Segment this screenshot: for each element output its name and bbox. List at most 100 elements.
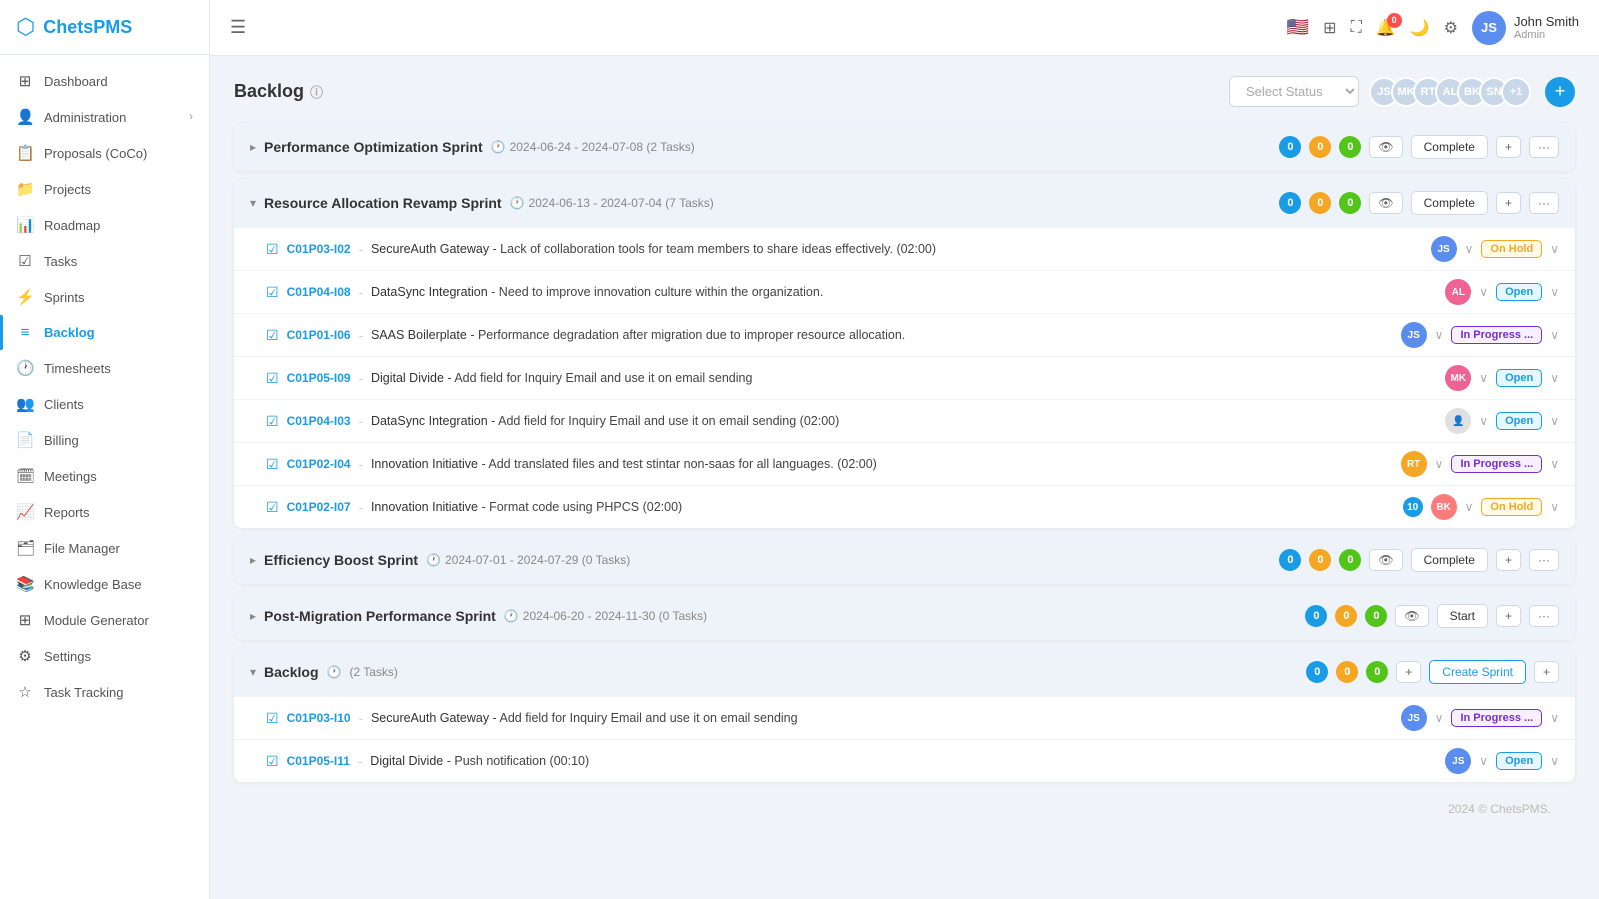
task-check-C01P05-I09[interactable]: ☑	[266, 370, 279, 387]
page-info-icon[interactable]: ⓘ	[310, 82, 323, 101]
sidebar-item-knowledge-base[interactable]: 📚 Knowledge Base	[0, 566, 209, 602]
sidebar-item-tasks[interactable]: ☑ Tasks	[0, 243, 209, 279]
task-check-C01P02-I04[interactable]: ☑	[266, 456, 279, 473]
task-status-C01P04-I08[interactable]: Open	[1496, 283, 1542, 301]
task-status-C01P02-I07[interactable]: On Hold	[1481, 498, 1542, 516]
sprint-add-btn-sprint3[interactable]: +	[1496, 549, 1521, 571]
task-status-C01P01-I06[interactable]: In Progress ...	[1451, 326, 1542, 344]
task-id-C01P04-I03[interactable]: C01P04-I03	[287, 414, 351, 428]
sprint-toggle-sprint3[interactable]: ▸	[250, 553, 256, 567]
sprint-header-sprint3[interactable]: ▸ Efficiency Boost Sprint 🕐 2024-07-01 -…	[234, 536, 1575, 584]
task-status-chevron-C01P05-I09[interactable]: ∨	[1550, 371, 1559, 385]
task-id-C01P05-I09[interactable]: C01P05-I09	[287, 371, 351, 385]
sidebar-item-reports[interactable]: 📈 Reports	[0, 494, 209, 530]
add-member-button[interactable]: +	[1545, 77, 1575, 107]
sprint-toggle-backlog[interactable]: ▾	[250, 665, 256, 679]
sprint-action-btn-sprint1[interactable]: Complete	[1411, 135, 1488, 159]
task-id-C01P01-I06[interactable]: C01P01-I06	[287, 328, 351, 342]
create-sprint-btn[interactable]: Create Sprint	[1429, 660, 1526, 684]
sprint-toggle-sprint4[interactable]: ▸	[250, 609, 256, 623]
sprint-eye-btn-sprint3[interactable]: 👁	[1369, 549, 1402, 571]
sprint-add-btn-sprint4[interactable]: +	[1496, 605, 1521, 627]
task-status-C01P03-I02[interactable]: On Hold	[1481, 240, 1542, 258]
task-check-C01P02-I07[interactable]: ☑	[266, 499, 279, 516]
backlog-add-btn2-backlog[interactable]: +	[1534, 661, 1559, 683]
task-expand-btn-C01P04-I03[interactable]: ∨	[1479, 414, 1488, 428]
task-expand-btn-C01P03-I02[interactable]: ∨	[1465, 242, 1474, 256]
user-profile[interactable]: JS John Smith Admin	[1472, 11, 1579, 45]
sidebar-item-backlog[interactable]: ≡ Backlog	[0, 315, 209, 350]
sprint-more-btn-sprint2[interactable]: ···	[1529, 192, 1559, 214]
task-status-chevron-C01P03-I02[interactable]: ∨	[1550, 242, 1559, 256]
member-avatar-more[interactable]: +1	[1501, 77, 1531, 107]
grid-icon[interactable]: ⊞	[1323, 18, 1336, 38]
task-expand-btn-C01P05-I09[interactable]: ∨	[1479, 371, 1488, 385]
sprint-header-sprint4[interactable]: ▸ Post-Migration Performance Sprint 🕐 20…	[234, 592, 1575, 640]
task-check-C01P04-I08[interactable]: ☑	[266, 284, 279, 301]
task-id-C01P02-I07[interactable]: C01P02-I07	[287, 500, 351, 514]
task-status-chevron-C01P01-I06[interactable]: ∨	[1550, 328, 1559, 342]
task-id-C01P03-I02[interactable]: C01P03-I02	[287, 242, 351, 256]
task-status-C01P04-I03[interactable]: Open	[1496, 412, 1542, 430]
sprint-add-btn-sprint1[interactable]: +	[1496, 136, 1521, 158]
sprint-toggle-sprint2[interactable]: ▾	[250, 196, 256, 210]
sprint-more-btn-sprint4[interactable]: ···	[1529, 605, 1559, 627]
fullscreen-icon[interactable]: ⛶	[1351, 19, 1362, 37]
sprint-more-btn-sprint1[interactable]: ···	[1529, 136, 1559, 158]
task-check-C01P03-I02[interactable]: ☑	[266, 241, 279, 258]
task-check-C01P01-I06[interactable]: ☑	[266, 327, 279, 344]
sprint-action-btn-sprint3[interactable]: Complete	[1411, 548, 1488, 572]
sprint-eye-btn-sprint4[interactable]: 👁	[1395, 605, 1428, 627]
task-expand-btn-C01P05-I11[interactable]: ∨	[1479, 754, 1488, 768]
task-id-C01P05-I11[interactable]: C01P05-I11	[287, 754, 350, 768]
sprint-toggle-sprint1[interactable]: ▸	[250, 140, 256, 154]
task-expand-btn-C01P02-I04[interactable]: ∨	[1435, 457, 1444, 471]
sidebar-logo[interactable]: ⬡ ChetsPMS	[0, 0, 209, 55]
task-status-C01P02-I04[interactable]: In Progress ...	[1451, 455, 1542, 473]
sidebar-item-proposals[interactable]: 📋 Proposals (CoCo)	[0, 135, 209, 171]
language-flag[interactable]: 🇺🇸	[1287, 17, 1309, 38]
sidebar-item-task-tracking[interactable]: ☆ Task Tracking	[0, 674, 209, 710]
sprint-header-sprint2[interactable]: ▾ Resource Allocation Revamp Sprint 🕐 20…	[234, 179, 1575, 227]
sprint-add-btn-sprint2[interactable]: +	[1496, 192, 1521, 214]
task-id-C01P04-I08[interactable]: C01P04-I08	[287, 285, 351, 299]
sprint-eye-btn-sprint1[interactable]: 👁	[1369, 136, 1402, 158]
sidebar-item-meetings[interactable]: 🗓 Meetings	[0, 458, 209, 494]
task-expand-btn-C01P01-I06[interactable]: ∨	[1435, 328, 1444, 342]
task-id-C01P03-I10[interactable]: C01P03-I10	[287, 711, 351, 725]
sidebar-item-roadmap[interactable]: 📊 Roadmap	[0, 207, 209, 243]
sprint-header-backlog[interactable]: ▾ Backlog 🕐 (2 Tasks) 0 0 0 + Create Spr…	[234, 648, 1575, 696]
task-status-chevron-C01P04-I08[interactable]: ∨	[1550, 285, 1559, 299]
task-status-chevron-C01P03-I10[interactable]: ∨	[1550, 711, 1559, 725]
sidebar-item-file-manager[interactable]: 🗂 File Manager	[0, 530, 209, 566]
sprint-header-sprint1[interactable]: ▸ Performance Optimization Sprint 🕐 2024…	[234, 123, 1575, 171]
task-check-C01P04-I03[interactable]: ☑	[266, 413, 279, 430]
task-status-chevron-C01P02-I07[interactable]: ∨	[1550, 500, 1559, 514]
task-status-C01P03-I10[interactable]: In Progress ...	[1451, 709, 1542, 727]
task-expand-btn-C01P03-I10[interactable]: ∨	[1435, 711, 1444, 725]
sidebar-item-billing[interactable]: 📄 Billing	[0, 422, 209, 458]
sidebar-item-clients[interactable]: 👥 Clients	[0, 386, 209, 422]
task-status-C01P05-I09[interactable]: Open	[1496, 369, 1542, 387]
sidebar-item-settings[interactable]: ⚙ Settings	[0, 638, 209, 674]
sidebar-item-sprints[interactable]: ⚡ Sprints	[0, 279, 209, 315]
task-expand-btn-C01P02-I07[interactable]: ∨	[1465, 500, 1474, 514]
sidebar-item-timesheets[interactable]: 🕐 Timesheets	[0, 350, 209, 386]
settings-icon[interactable]: ⚙	[1444, 18, 1458, 38]
task-status-C01P05-I11[interactable]: Open	[1496, 752, 1542, 770]
task-id-C01P02-I04[interactable]: C01P02-I04	[287, 457, 351, 471]
sidebar-item-dashboard[interactable]: ⊞ Dashboard	[0, 63, 209, 99]
sidebar-item-projects[interactable]: 📁 Projects	[0, 171, 209, 207]
task-check-C01P05-I11[interactable]: ☑	[266, 753, 279, 770]
sidebar-item-administration[interactable]: 👤 Administration ›	[0, 99, 209, 135]
task-check-C01P03-I10[interactable]: ☑	[266, 710, 279, 727]
task-status-chevron-C01P05-I11[interactable]: ∨	[1550, 754, 1559, 768]
sprint-action-btn-sprint2[interactable]: Complete	[1411, 191, 1488, 215]
task-expand-btn-C01P04-I08[interactable]: ∨	[1479, 285, 1488, 299]
notification-icon[interactable]: 🔔 0	[1376, 18, 1396, 38]
status-select[interactable]: Select Status Complete In Progress Open …	[1229, 76, 1359, 107]
backlog-add-btn-backlog[interactable]: +	[1396, 661, 1421, 683]
task-status-chevron-C01P02-I04[interactable]: ∨	[1550, 457, 1559, 471]
sprint-eye-btn-sprint2[interactable]: 👁	[1369, 192, 1402, 214]
task-status-chevron-C01P04-I03[interactable]: ∨	[1550, 414, 1559, 428]
